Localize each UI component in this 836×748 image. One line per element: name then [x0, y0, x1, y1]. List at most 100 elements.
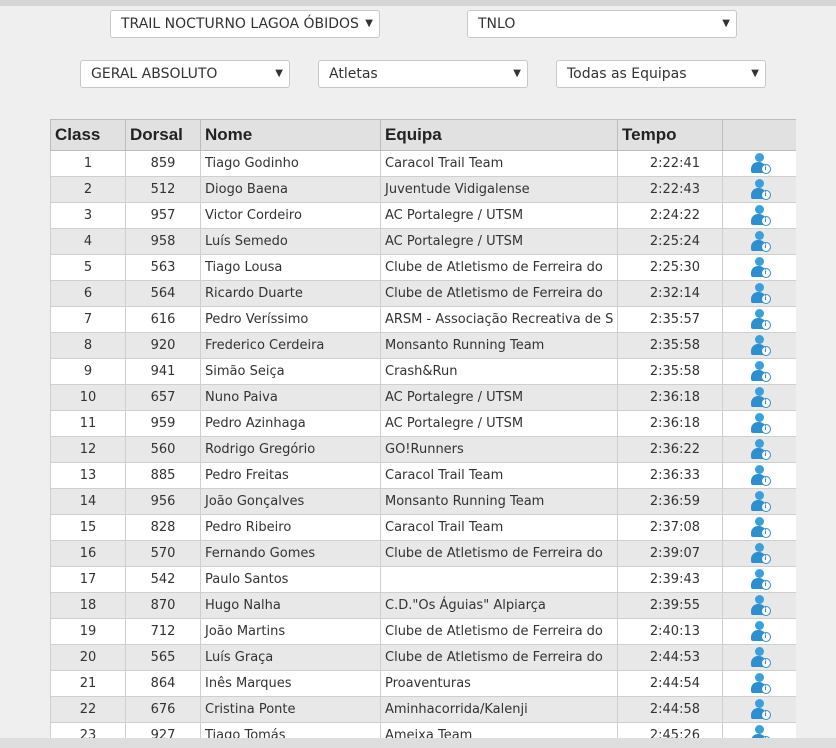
- table-row[interactable]: 8 920 Frederico Cerdeira Monsanto Running T…: [50, 332, 796, 359]
- cell-dorsal: 563: [125, 254, 201, 281]
- cell-nome: Victor Cordeiro: [200, 202, 381, 229]
- athlete-info-icon[interactable]: i: [750, 542, 771, 565]
- athlete-info-icon[interactable]: i: [750, 360, 771, 383]
- cell-tempo: 2:39:55: [617, 592, 723, 619]
- athlete-info-icon[interactable]: i: [750, 230, 771, 253]
- header-class[interactable]: Class: [50, 119, 126, 151]
- cell-equipa: Clube de Atletismo de Ferreira do: [380, 280, 618, 307]
- table-row[interactable]: 22 676 Cristina Ponte Aminhacorrida/Kalenji…: [50, 696, 796, 723]
- cell-action: i: [722, 202, 796, 229]
- athlete-info-icon[interactable]: i: [750, 568, 771, 591]
- team-select[interactable]: Todas as Equipas ▼: [556, 60, 766, 88]
- cell-class: 20: [50, 644, 126, 671]
- table-row[interactable]: 18 870 Hugo Nalha C.D."Os Águias" Alpiarça 2…: [50, 592, 796, 619]
- athlete-info-icon[interactable]: i: [750, 256, 771, 279]
- table-row[interactable]: 10 657 Nuno Paiva AC Portalegre / UTSM 2:36:…: [50, 384, 796, 411]
- cell-class: 6: [50, 280, 126, 307]
- athlete-info-icon[interactable]: i: [750, 334, 771, 357]
- table-row[interactable]: 12 560 Rodrigo Gregório GO!Runners 2:36:22 i: [50, 436, 796, 463]
- table-row[interactable]: 13 885 Pedro Freitas Caracol Trail Team 2:36…: [50, 462, 796, 489]
- cell-tempo: 2:35:58: [617, 332, 723, 359]
- table-row[interactable]: 4 958 Luís Semedo AC Portalegre / UTSM 2:25:…: [50, 228, 796, 255]
- cell-nome: Luís Graça: [200, 644, 381, 671]
- athlete-info-icon[interactable]: i: [750, 438, 771, 461]
- table-row[interactable]: 21 864 Inês Marques Proaventuras 2:44:54 i: [50, 670, 796, 697]
- header-tempo[interactable]: Tempo: [617, 119, 723, 151]
- cell-action: i: [722, 280, 796, 307]
- table-row[interactable]: 5 563 Tiago Lousa Clube de Atletismo de Fer…: [50, 254, 796, 281]
- athlete-info-icon[interactable]: i: [750, 204, 771, 227]
- table-row[interactable]: 6 564 Ricardo Duarte Clube de Atletismo de …: [50, 280, 796, 307]
- cell-class: 2: [50, 176, 126, 203]
- cell-action: i: [722, 644, 796, 671]
- race-select[interactable]: TNLO ▼: [467, 10, 737, 38]
- cell-action: i: [722, 358, 796, 385]
- table-row[interactable]: 19 712 João Martins Clube de Atletismo de F…: [50, 618, 796, 645]
- cell-tempo: 2:36:18: [617, 410, 723, 437]
- chevron-down-icon: ▼: [365, 18, 373, 29]
- athlete-info-icon[interactable]: i: [750, 412, 771, 435]
- category-select[interactable]: GERAL ABSOLUTO ▼: [80, 60, 290, 88]
- table-row[interactable]: 14 956 João Gonçalves Monsanto Running Team…: [50, 488, 796, 515]
- header-equipa[interactable]: Equipa: [380, 119, 618, 151]
- table-row[interactable]: 15 828 Pedro Ribeiro Caracol Trail Team 2:37…: [50, 514, 796, 541]
- cell-tempo: 2:25:24: [617, 228, 723, 255]
- chevron-down-icon: ▼: [513, 68, 521, 79]
- cell-action: i: [722, 306, 796, 333]
- athlete-info-icon[interactable]: i: [750, 308, 771, 331]
- cell-class: 9: [50, 358, 126, 385]
- athlete-info-icon[interactable]: i: [750, 594, 771, 617]
- athlete-info-icon[interactable]: i: [750, 490, 771, 513]
- athlete-info-icon[interactable]: i: [750, 464, 771, 487]
- athlete-info-icon[interactable]: i: [750, 152, 771, 175]
- cell-nome: Rodrigo Gregório: [200, 436, 381, 463]
- cell-nome: Pedro Veríssimo: [200, 306, 381, 333]
- cell-class: 5: [50, 254, 126, 281]
- cell-tempo: 2:39:07: [617, 540, 723, 567]
- cell-class: 17: [50, 566, 126, 593]
- header-dorsal[interactable]: Dorsal: [125, 119, 201, 151]
- cell-dorsal: 657: [125, 384, 201, 411]
- athlete-info-icon[interactable]: i: [750, 386, 771, 409]
- athlete-info-icon[interactable]: i: [750, 646, 771, 669]
- cell-nome: Fernando Gomes: [200, 540, 381, 567]
- table-row[interactable]: 7 616 Pedro Veríssimo ARSM - Associação Rec…: [50, 306, 796, 333]
- cell-action: i: [722, 332, 796, 359]
- table-row[interactable]: 17 542 Paulo Santos 2:39:43 i: [50, 566, 796, 593]
- table-row[interactable]: 11 959 Pedro Azinhaga AC Portalegre / UTSM 2…: [50, 410, 796, 437]
- athlete-info-icon[interactable]: i: [750, 516, 771, 539]
- type-select[interactable]: Atletas ▼: [318, 60, 528, 88]
- athlete-info-icon[interactable]: i: [750, 178, 771, 201]
- table-row[interactable]: 16 570 Fernando Gomes Clube de Atletismo de…: [50, 540, 796, 567]
- cell-class: 8: [50, 332, 126, 359]
- cell-tempo: 2:36:33: [617, 462, 723, 489]
- table-row[interactable]: 9 941 Simão Seiça Crash&Run 2:35:58 i: [50, 358, 796, 385]
- cell-action: i: [722, 566, 796, 593]
- horizontal-scrollbar[interactable]: [0, 738, 836, 748]
- table-row[interactable]: 2 512 Diogo Baena Juventude Vidigalense 2:22…: [50, 176, 796, 203]
- cell-dorsal: 957: [125, 202, 201, 229]
- athlete-info-icon[interactable]: i: [750, 672, 771, 695]
- cell-equipa: GO!Runners: [380, 436, 618, 463]
- cell-dorsal: 870: [125, 592, 201, 619]
- cell-action: i: [722, 150, 796, 177]
- table-row[interactable]: 3 957 Victor Cordeiro AC Portalegre / UTSM 2…: [50, 202, 796, 229]
- type-select-value: Atletas: [329, 66, 378, 82]
- table-row[interactable]: 1 859 Tiago Godinho Caracol Trail Team 2:22:…: [50, 150, 796, 177]
- cell-nome: Hugo Nalha: [200, 592, 381, 619]
- table-row[interactable]: 20 565 Luís Graça Clube de Atletismo de Fer…: [50, 644, 796, 671]
- event-select[interactable]: TRAIL NOCTURNO LAGOA ÓBIDOS ▼: [110, 10, 380, 38]
- cell-dorsal: 958: [125, 228, 201, 255]
- category-select-value: GERAL ABSOLUTO: [91, 66, 218, 82]
- athlete-info-icon[interactable]: i: [750, 620, 771, 643]
- cell-nome: Pedro Azinhaga: [200, 410, 381, 437]
- athlete-info-icon[interactable]: i: [750, 282, 771, 305]
- header-nome[interactable]: Nome: [200, 119, 381, 151]
- cell-tempo: 2:35:58: [617, 358, 723, 385]
- cell-dorsal: 885: [125, 462, 201, 489]
- results-table-body: 1 859 Tiago Godinho Caracol Trail Team 2:22:…: [50, 150, 796, 748]
- cell-equipa: Aminhacorrida/Kalenji: [380, 696, 618, 723]
- athlete-info-icon[interactable]: i: [750, 698, 771, 721]
- cell-class: 10: [50, 384, 126, 411]
- cell-dorsal: 570: [125, 540, 201, 567]
